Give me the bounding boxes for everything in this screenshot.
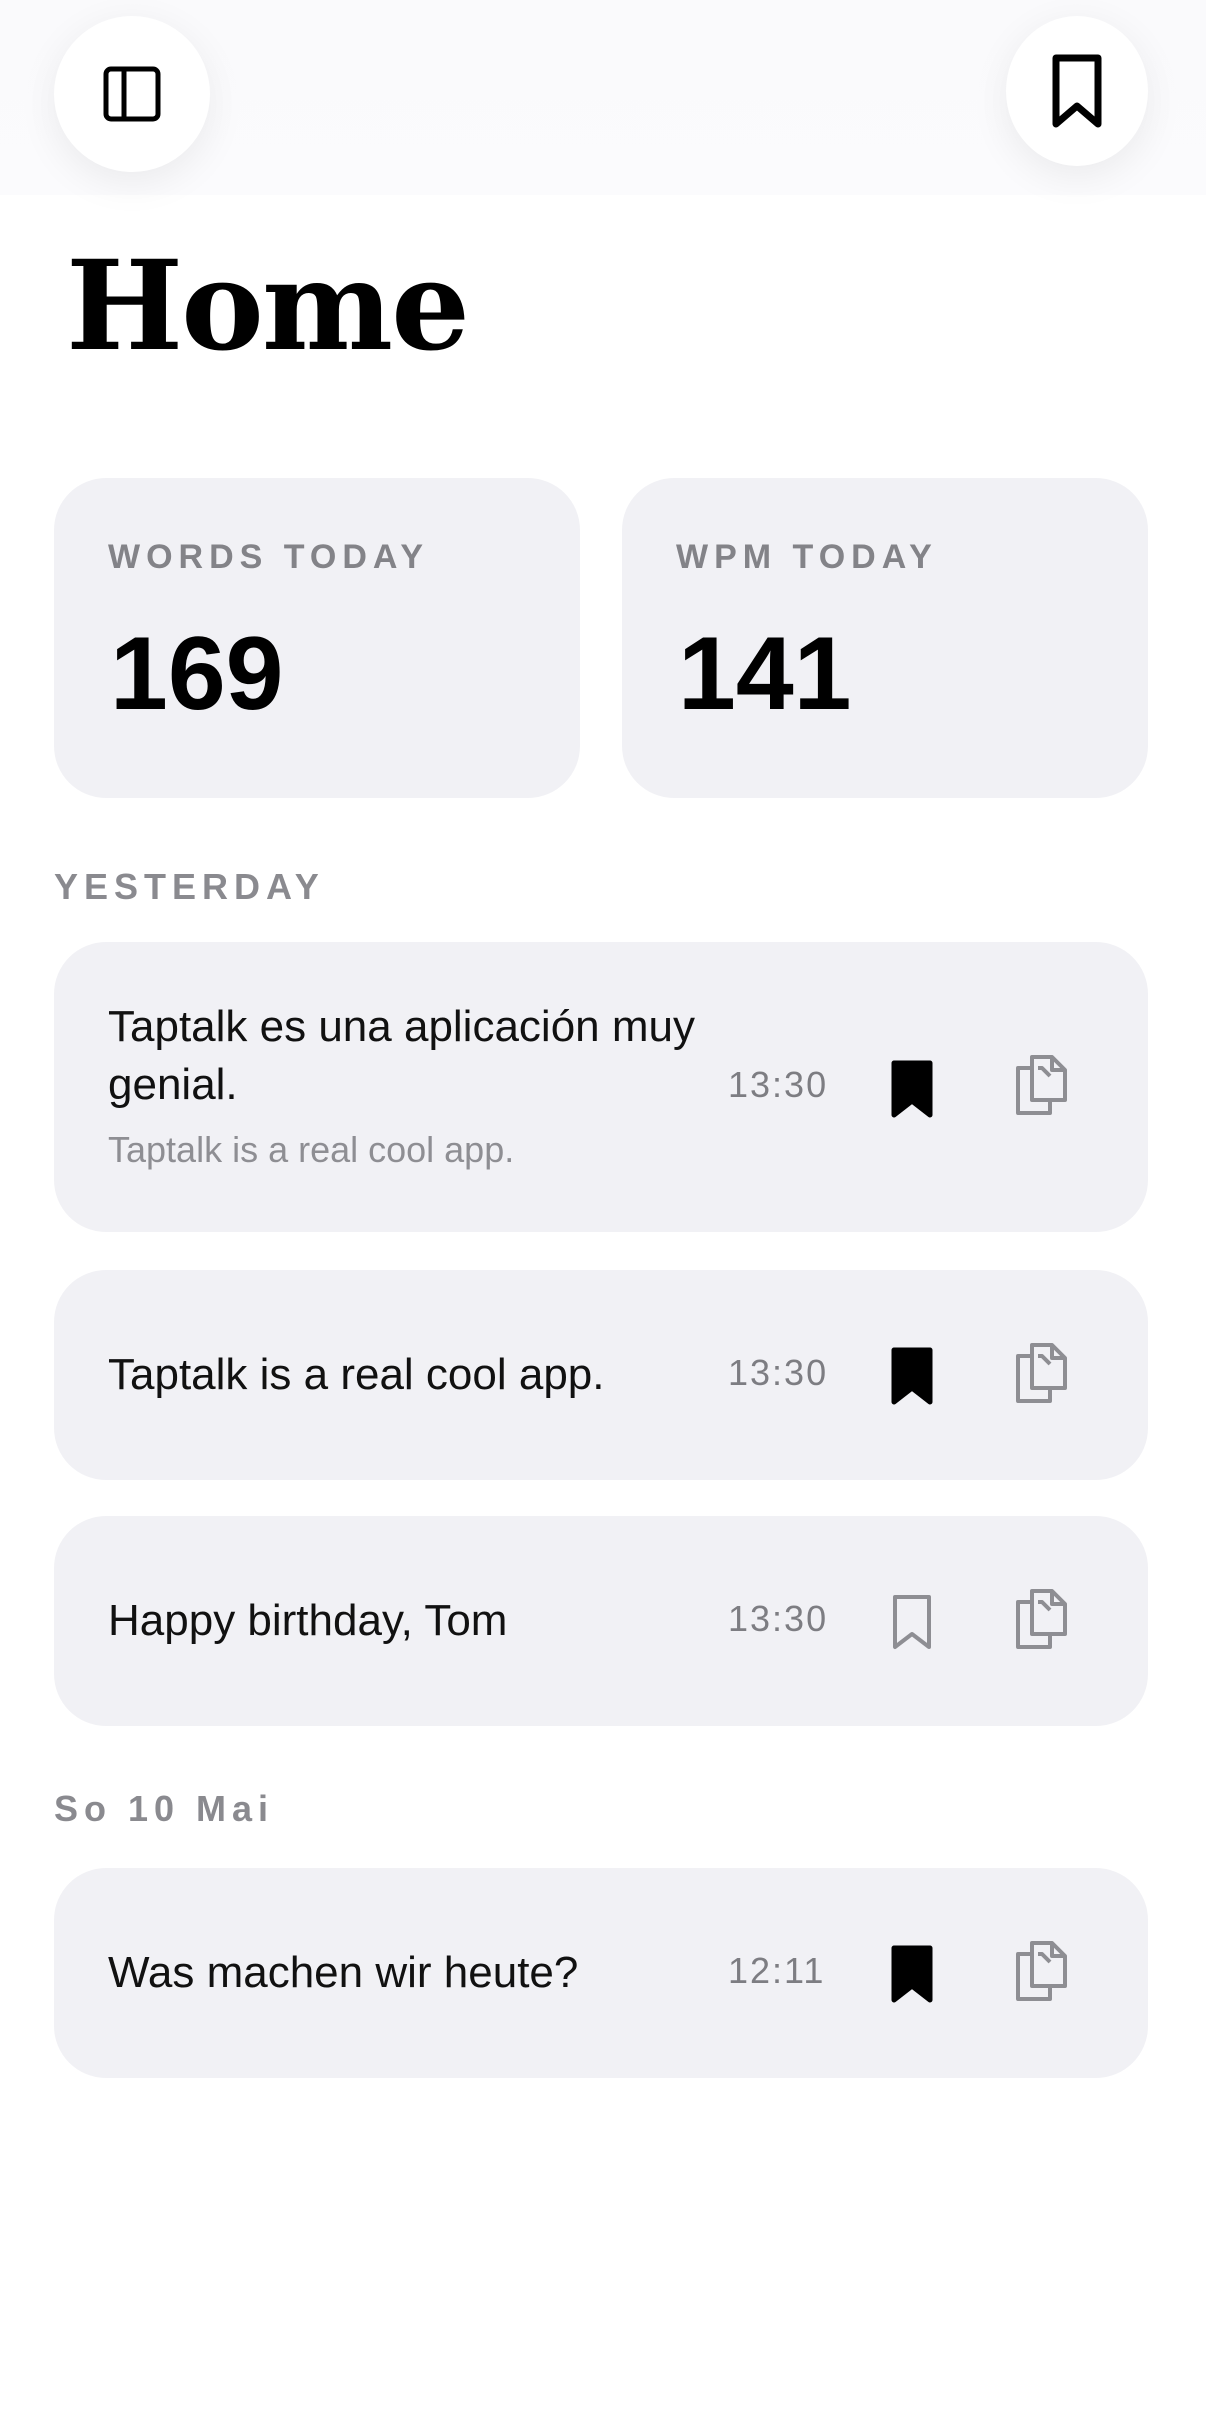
- bookmark-filled-icon[interactable]: [890, 1059, 934, 1119]
- history-entry[interactable]: Taptalk is a real cool app. 13:30: [54, 1270, 1148, 1480]
- wpm-today-card: WPM TODAY 141: [622, 478, 1148, 798]
- entry-time: 13:30: [728, 1598, 829, 1639]
- entry-text: Happy birthday, Tom: [108, 1596, 508, 1645]
- sidebar-toggle-icon: [103, 65, 161, 123]
- copy-icon[interactable]: [1014, 1588, 1068, 1650]
- entry-time: 13:30: [728, 1352, 829, 1393]
- bookmark-icon: [1052, 54, 1102, 128]
- section-header-yesterday: YESTERDAY: [54, 866, 325, 907]
- history-entry[interactable]: Happy birthday, Tom 13:30: [54, 1516, 1148, 1726]
- copy-icon[interactable]: [1014, 1940, 1068, 2002]
- words-today-card: WORDS TODAY 169: [54, 478, 580, 798]
- entry-text: Taptalk is a real cool app.: [108, 1350, 605, 1399]
- entry-time: 12:11: [728, 1950, 826, 1991]
- wpm-today-label: WPM TODAY: [676, 538, 938, 576]
- bookmarks-button[interactable]: [1006, 16, 1148, 166]
- history-entry[interactable]: Was machen wir heute? 12:11: [54, 1868, 1148, 2078]
- words-today-value: 169: [110, 616, 284, 732]
- bookmark-filled-icon[interactable]: [890, 1346, 934, 1406]
- words-today-label: WORDS TODAY: [108, 538, 430, 576]
- bookmark-outline-icon[interactable]: [890, 1592, 934, 1652]
- page-title: Home: [66, 234, 470, 379]
- entry-text: Taptalk es una aplicación muy genial.: [108, 1002, 695, 1109]
- bookmark-filled-icon[interactable]: [890, 1944, 934, 2004]
- copy-icon[interactable]: [1014, 1342, 1068, 1404]
- section-header-date: So 10 Mai: [54, 1788, 275, 1829]
- entry-translation: Taptalk is a real cool app.: [108, 1129, 515, 1170]
- history-entry[interactable]: Taptalk es una aplicación muy genial. Ta…: [54, 942, 1148, 1232]
- entry-text: Was machen wir heute?: [108, 1948, 579, 1997]
- sidebar-toggle-button[interactable]: [54, 16, 210, 172]
- entry-time: 13:30: [728, 1064, 829, 1105]
- wpm-today-value: 141: [678, 616, 852, 732]
- copy-icon[interactable]: [1014, 1054, 1068, 1116]
